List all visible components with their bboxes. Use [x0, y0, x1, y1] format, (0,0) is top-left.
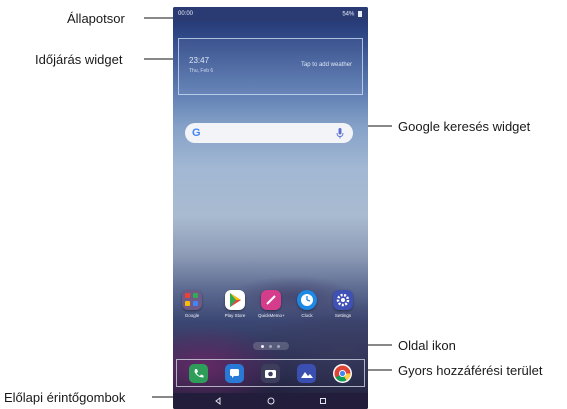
settings-icon — [333, 290, 353, 310]
camera-icon[interactable] — [261, 364, 280, 383]
app-google[interactable]: Google — [179, 290, 205, 318]
messages-icon[interactable] — [225, 364, 244, 383]
phone-icon[interactable] — [189, 364, 208, 383]
gallery-icon[interactable] — [297, 364, 316, 383]
status-right: 54% — [342, 11, 362, 18]
app-settings[interactable]: Settings — [330, 290, 356, 318]
app-quickmemo[interactable]: QuickMemo+ — [258, 290, 285, 318]
weather-time: 23:47 — [189, 56, 210, 65]
app-label: Clock — [301, 313, 313, 318]
battery-icon — [358, 11, 362, 17]
phone-home-screen: 00:00 54% 23:47 Thu, Feb 6 Tap to add we… — [173, 7, 368, 409]
status-bar[interactable]: 00:00 54% — [173, 7, 368, 21]
chrome-icon[interactable] — [333, 364, 352, 383]
weather-widget[interactable]: 23:47 Thu, Feb 6 Tap to add weather — [178, 38, 363, 95]
label-quick-access: Gyors hozzáférési terület — [398, 363, 543, 378]
home-app-row: Google Play Store QuickMemo+ Clock Setti… — [173, 290, 368, 330]
page-dot — [261, 345, 264, 348]
google-folder-icon — [182, 290, 202, 310]
app-label: Settings — [334, 313, 352, 318]
quickmemo-icon — [261, 290, 281, 310]
label-google-search-widget: Google keresés widget — [398, 119, 531, 134]
label-front-touch-buttons: Előlapi érintőgombok — [4, 390, 126, 405]
home-button-icon[interactable] — [266, 396, 276, 406]
page-indicator[interactable] — [253, 342, 289, 350]
weather-tap-text: Tap to add weather — [300, 62, 352, 68]
page-dot — [277, 345, 280, 348]
app-clock[interactable]: Clock — [294, 290, 320, 318]
front-touch-buttons — [173, 393, 368, 409]
play-store-icon — [225, 290, 245, 310]
battery-percent: 54% — [342, 11, 356, 18]
label-status-bar: Állapotsor — [67, 11, 125, 26]
quick-access-area — [176, 359, 365, 387]
google-search-widget[interactable]: G — [185, 123, 353, 143]
app-label: Play Store — [224, 313, 246, 318]
label-page-icon: Oldal ikon — [398, 338, 456, 353]
back-button-icon[interactable] — [213, 396, 223, 406]
status-time: 00:00 — [178, 11, 194, 17]
weather-date: Thu, Feb 6 — [189, 68, 214, 74]
google-logo-icon: G — [192, 127, 201, 139]
microphone-icon[interactable] — [336, 128, 344, 139]
app-play-store[interactable]: Play Store — [222, 290, 248, 318]
label-weather-widget: Időjárás widget — [35, 52, 123, 67]
app-label: QuickMemo+ — [258, 313, 285, 318]
recent-apps-button-icon[interactable] — [318, 396, 328, 406]
app-label: Google — [184, 313, 200, 318]
page-dot — [269, 345, 272, 348]
clock-icon — [297, 290, 317, 310]
